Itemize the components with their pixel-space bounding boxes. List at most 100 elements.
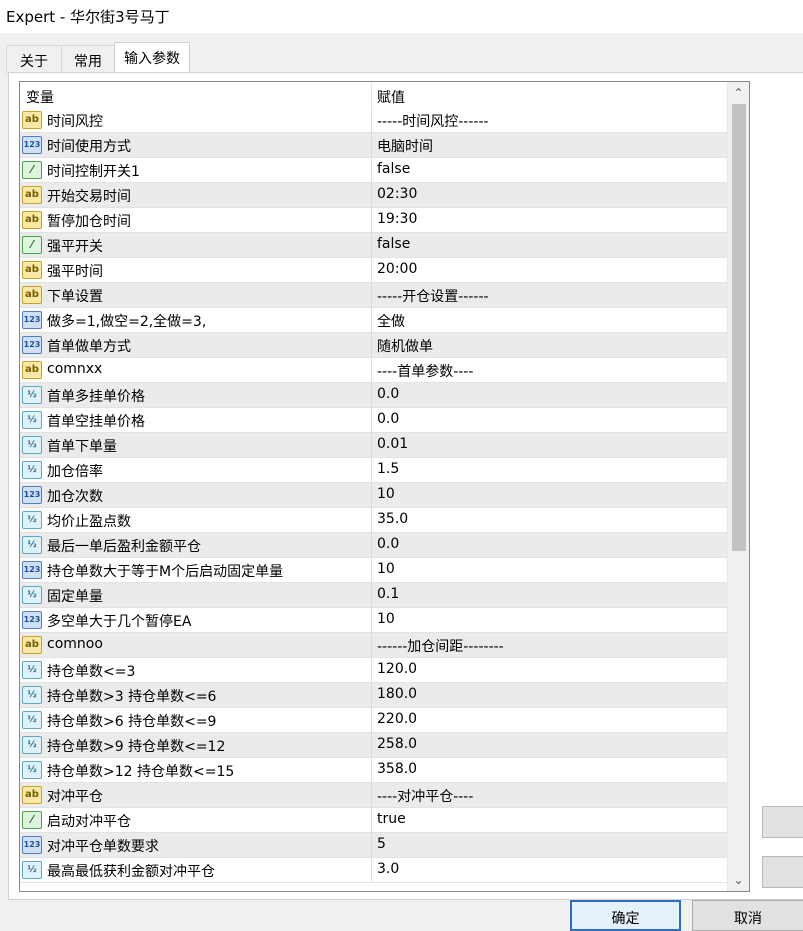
cancel-button[interactable]: 取消 bbox=[692, 900, 803, 931]
variable-name: 持仓单数>3 持仓单数<=6 bbox=[47, 689, 217, 705]
variable-value[interactable]: 0.1 bbox=[377, 586, 399, 602]
variable-value[interactable]: 10 bbox=[377, 486, 395, 502]
table-row[interactable]: ⁄ 时间控制开关1 false bbox=[20, 158, 728, 183]
variable-value[interactable]: 220.0 bbox=[377, 711, 417, 727]
variable-name: 加仓倍率 bbox=[47, 464, 103, 480]
variable-value[interactable]: 02:30 bbox=[377, 186, 417, 202]
integer-icon: 123 bbox=[22, 486, 42, 504]
table-row[interactable]: ab 对冲平仓 ----对冲平仓---- bbox=[20, 783, 728, 808]
scroll-down-icon[interactable]: ⌄ bbox=[728, 871, 749, 889]
column-divider bbox=[371, 558, 372, 583]
variable-value[interactable]: -----开仓设置------ bbox=[377, 286, 489, 306]
parameter-grid: 变量 赋值 ab 时间风控 -----时间风控------ 123 时间使用方式 电脑时间… bbox=[19, 81, 750, 892]
variable-value[interactable]: false bbox=[377, 236, 410, 252]
variable-value[interactable]: 10 bbox=[377, 611, 395, 627]
side-button-upper[interactable] bbox=[762, 806, 803, 838]
column-divider bbox=[371, 433, 372, 458]
header-variable[interactable]: 变量 bbox=[26, 87, 54, 107]
variable-value[interactable]: 随机做单 bbox=[377, 336, 433, 356]
variable-value[interactable]: ----对冲平仓---- bbox=[377, 786, 473, 806]
variable-value[interactable]: 1.5 bbox=[377, 461, 399, 477]
variable-value[interactable]: false bbox=[377, 161, 410, 177]
column-divider bbox=[371, 733, 372, 758]
table-row[interactable]: ab comnxx ----首单参数---- bbox=[20, 358, 728, 383]
variable-value[interactable]: 180.0 bbox=[377, 686, 417, 702]
table-row[interactable]: ½ 最后一单后盈利金额平仓 0.0 bbox=[20, 533, 728, 558]
variable-value[interactable]: 35.0 bbox=[377, 511, 408, 527]
table-row[interactable]: ⁄ 强平开关 false bbox=[20, 233, 728, 258]
variable-value[interactable]: 19:30 bbox=[377, 211, 417, 227]
variable-value[interactable]: ------加仓间距-------- bbox=[377, 636, 504, 656]
column-divider bbox=[371, 633, 372, 658]
variable-value[interactable]: 258.0 bbox=[377, 736, 417, 752]
variable-value[interactable]: -----时间风控------ bbox=[377, 111, 489, 131]
table-row[interactable]: 123 持仓单数大于等于M个后启动固定单量 10 bbox=[20, 558, 728, 583]
tab-common[interactable]: 常用 bbox=[61, 45, 115, 74]
column-divider bbox=[371, 758, 372, 783]
table-row[interactable]: ½ 加仓倍率 1.5 bbox=[20, 458, 728, 483]
variable-name: 时间风控 bbox=[47, 114, 103, 130]
variable-value[interactable]: true bbox=[377, 811, 406, 827]
table-row[interactable]: ½ 持仓单数<=3 120.0 bbox=[20, 658, 728, 683]
table-row[interactable]: 123 对冲平仓单数要求 5 bbox=[20, 833, 728, 858]
string-icon: ab bbox=[22, 286, 42, 304]
table-row[interactable]: ½ 首单空挂单价格 0.0 bbox=[20, 408, 728, 433]
table-row[interactable]: ½ 持仓单数>6 持仓单数<=9 220.0 bbox=[20, 708, 728, 733]
window-title: Expert - 华尔街3号马丁 bbox=[0, 0, 803, 33]
variable-value[interactable]: 120.0 bbox=[377, 661, 417, 677]
table-row[interactable]: 123 做多=1,做空=2,全做=3, 全做 bbox=[20, 308, 728, 333]
table-row[interactable]: 123 加仓次数 10 bbox=[20, 483, 728, 508]
table-row[interactable]: ½ 持仓单数>9 持仓单数<=12 258.0 bbox=[20, 733, 728, 758]
variable-value[interactable]: 20:00 bbox=[377, 261, 417, 277]
variable-value[interactable]: 0.0 bbox=[377, 386, 399, 402]
variable-name: 启动对冲平仓 bbox=[47, 814, 131, 830]
double-icon: ½ bbox=[22, 761, 42, 779]
column-divider bbox=[371, 208, 372, 233]
table-row[interactable]: ab 时间风控 -----时间风控------ bbox=[20, 108, 728, 133]
table-row[interactable]: 123 首单做单方式 随机做单 bbox=[20, 333, 728, 358]
variable-value[interactable]: 358.0 bbox=[377, 761, 417, 777]
variable-value[interactable]: ----首单参数---- bbox=[377, 361, 473, 381]
table-row[interactable]: ½ 首单下单量 0.01 bbox=[20, 433, 728, 458]
column-divider bbox=[371, 358, 372, 383]
table-row[interactable]: ab 下单设置 -----开仓设置------ bbox=[20, 283, 728, 308]
table-row[interactable]: 123 时间使用方式 电脑时间 bbox=[20, 133, 728, 158]
variable-name: 持仓单数大于等于M个后启动固定单量 bbox=[47, 564, 284, 580]
header-value[interactable]: 赋值 bbox=[377, 87, 405, 107]
variable-value[interactable]: 0.0 bbox=[377, 536, 399, 552]
tab-inputs[interactable]: 输入参数 bbox=[114, 42, 190, 75]
string-icon: ab bbox=[22, 111, 42, 129]
variable-value[interactable]: 全做 bbox=[377, 311, 405, 331]
variable-name: 最高最低获利金额对冲平仓 bbox=[47, 864, 215, 880]
variable-value[interactable]: 0.0 bbox=[377, 411, 399, 427]
column-divider bbox=[371, 858, 372, 883]
string-icon: ab bbox=[22, 361, 42, 379]
table-row[interactable]: ab 强平时间 20:00 bbox=[20, 258, 728, 283]
table-row[interactable]: ab 开始交易时间 02:30 bbox=[20, 183, 728, 208]
variable-value[interactable]: 10 bbox=[377, 561, 395, 577]
variable-name: 首单多挂单价格 bbox=[47, 389, 145, 405]
variable-value[interactable]: 5 bbox=[377, 836, 386, 852]
scroll-up-icon[interactable]: ⌃ bbox=[728, 84, 749, 102]
table-row[interactable]: ½ 持仓单数>12 持仓单数<=15 358.0 bbox=[20, 758, 728, 783]
table-row[interactable]: ½ 最高最低获利金额对冲平仓 3.0 bbox=[20, 858, 728, 883]
table-row[interactable]: ½ 均价止盈点数 35.0 bbox=[20, 508, 728, 533]
variable-value[interactable]: 3.0 bbox=[377, 861, 399, 877]
ok-button[interactable]: 确定 bbox=[570, 900, 681, 931]
table-row[interactable]: ⁄ 启动对冲平仓 true bbox=[20, 808, 728, 833]
scroll-thumb[interactable] bbox=[732, 104, 746, 551]
table-row[interactable]: ½ 固定单量 0.1 bbox=[20, 583, 728, 608]
table-row[interactable]: ½ 持仓单数>3 持仓单数<=6 180.0 bbox=[20, 683, 728, 708]
column-divider bbox=[371, 383, 372, 408]
side-button-lower[interactable] bbox=[762, 856, 803, 888]
vertical-scrollbar[interactable]: ⌃ ⌄ bbox=[727, 82, 749, 891]
header-divider bbox=[371, 82, 372, 108]
table-row[interactable]: ½ 首单多挂单价格 0.0 bbox=[20, 383, 728, 408]
variable-name: 对冲平仓 bbox=[47, 789, 103, 805]
table-row[interactable]: 123 多空单大于几个暂停EA 10 bbox=[20, 608, 728, 633]
table-row[interactable]: ab 暂停加仓时间 19:30 bbox=[20, 208, 728, 233]
variable-value[interactable]: 0.01 bbox=[377, 436, 408, 452]
tab-about[interactable]: 关于 bbox=[6, 45, 62, 74]
variable-value[interactable]: 电脑时间 bbox=[377, 136, 433, 156]
table-row[interactable]: ab comnoo ------加仓间距-------- bbox=[20, 633, 728, 658]
